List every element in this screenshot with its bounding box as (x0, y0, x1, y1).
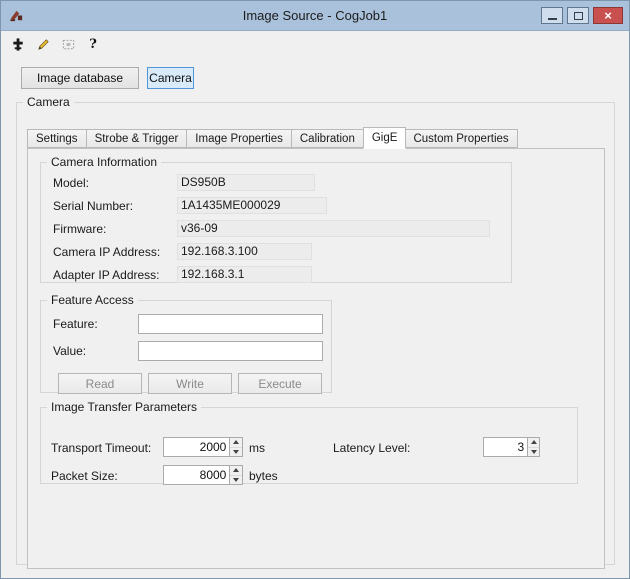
tab-settings[interactable]: Settings (27, 129, 87, 148)
camera-connector-icon[interactable] (9, 36, 27, 54)
camera-information-label: Camera Information (51, 155, 158, 169)
camera-groupbox: Camera Settings Strobe & Trigger Image P… (16, 95, 615, 569)
serial-number-label: Serial Number: (53, 198, 134, 213)
firmware-row: Firmware: v36-09 (41, 217, 511, 240)
feature-input[interactable] (138, 314, 323, 334)
down-arrow-icon (530, 449, 537, 454)
transport-timeout-unit: ms (249, 441, 265, 455)
pen-edit-glyph (37, 39, 49, 50)
model-row: Model: DS950B (41, 171, 511, 194)
close-button[interactable]: × (593, 7, 623, 24)
camera-ip-label: Camera IP Address: (53, 244, 161, 259)
down-arrow-icon (233, 449, 240, 454)
window-controls: × (541, 7, 623, 24)
packet-size-input[interactable] (164, 466, 230, 484)
transport-timeout-spinner (163, 437, 243, 457)
value-row: Value: (53, 341, 331, 361)
image-transfer-label: Image Transfer Parameters (51, 400, 198, 414)
latency-level-spinner (483, 437, 540, 457)
spin-down-button[interactable] (528, 446, 539, 456)
window-title: Image Source - CogJob1 (242, 8, 388, 23)
spin-up-button[interactable] (230, 466, 242, 475)
latency-level-label: Latency Level: (333, 441, 411, 455)
spin-down-button[interactable] (230, 446, 242, 456)
packet-size-unit: bytes (249, 469, 278, 483)
packet-size-spin-buttons (229, 466, 242, 484)
tab-calibration[interactable]: Calibration (291, 129, 364, 148)
camera-connector-glyph (12, 38, 23, 51)
up-arrow-icon (233, 440, 240, 445)
feature-row: Feature: (53, 314, 331, 334)
transport-timeout-spin-buttons (229, 438, 242, 456)
pen-edit-icon[interactable] (34, 36, 52, 54)
spin-down-button[interactable] (230, 474, 242, 484)
adapter-ip-label: Adapter IP Address: (53, 267, 160, 282)
packet-size-spinner (163, 465, 243, 485)
model-label: Model: (53, 175, 90, 190)
tab-image-properties[interactable]: Image Properties (187, 129, 292, 148)
camera-information-groupbox: Camera Information Model: DS950B Serial … (40, 155, 512, 283)
camera-tabstrip: Settings Strobe & Trigger Image Properti… (27, 126, 518, 149)
window-icon[interactable] (7, 7, 25, 25)
camera-button[interactable]: Camera (147, 67, 194, 89)
feature-buttons-row: Read Write Execute (58, 373, 331, 394)
adapter-ip-value: 192.168.3.1 (177, 266, 312, 283)
adapter-ip-row: Adapter IP Address: 192.168.3.1 (41, 263, 511, 286)
up-arrow-icon (233, 468, 240, 473)
write-button[interactable]: Write (148, 373, 232, 394)
camera-ip-row: Camera IP Address: 192.168.3.100 (41, 240, 511, 263)
image-source-window: Image Source - CogJob1 × ? Image databas… (0, 0, 630, 579)
value-label: Value: (53, 344, 87, 358)
spin-up-button[interactable] (230, 438, 242, 447)
region-select-glyph (62, 39, 74, 50)
tab-custom-properties[interactable]: Custom Properties (405, 129, 518, 148)
toolbar: ? (1, 31, 629, 58)
camera-ip-value: 192.168.3.100 (177, 243, 312, 260)
image-database-button[interactable]: Image database (21, 67, 139, 89)
up-arrow-icon (530, 440, 537, 445)
minimize-button[interactable] (541, 7, 563, 24)
feature-access-label: Feature Access (51, 293, 134, 307)
packet-size-label: Packet Size: (51, 469, 118, 483)
firmware-label: Firmware: (53, 221, 107, 236)
feature-label: Feature: (53, 317, 98, 331)
tab-strobe-trigger[interactable]: Strobe & Trigger (86, 129, 188, 148)
maximize-glyph (573, 11, 583, 20)
read-button[interactable]: Read (58, 373, 142, 394)
serial-number-value: 1A1435ME000029 (177, 197, 327, 214)
window-icon-glyph (9, 10, 22, 22)
gige-tab-panel: Camera Information Model: DS950B Serial … (27, 148, 605, 569)
latency-level-input[interactable] (484, 438, 528, 456)
latency-level-spin-buttons (527, 438, 539, 456)
minimize-glyph (547, 17, 557, 20)
spin-up-button[interactable] (528, 438, 539, 447)
model-value: DS950B (177, 174, 315, 191)
serial-number-row: Serial Number: 1A1435ME000029 (41, 194, 511, 217)
transport-timeout-label: Transport Timeout: (51, 441, 152, 455)
image-transfer-groupbox: Image Transfer Parameters Transport Time… (40, 400, 578, 485)
tab-gige[interactable]: GigE (362, 127, 407, 149)
region-select-icon[interactable] (59, 36, 77, 54)
help-icon[interactable]: ? (84, 36, 102, 54)
execute-button[interactable]: Execute (238, 373, 322, 394)
maximize-button[interactable] (567, 7, 589, 24)
value-input[interactable] (138, 341, 323, 361)
titlebar[interactable]: Image Source - CogJob1 × (1, 1, 629, 31)
down-arrow-icon (233, 477, 240, 482)
transport-timeout-input[interactable] (164, 438, 230, 456)
firmware-value: v36-09 (177, 220, 490, 237)
feature-access-groupbox: Feature Access Feature: Value: Read Writ… (40, 293, 332, 394)
camera-groupbox-label: Camera (27, 95, 70, 109)
